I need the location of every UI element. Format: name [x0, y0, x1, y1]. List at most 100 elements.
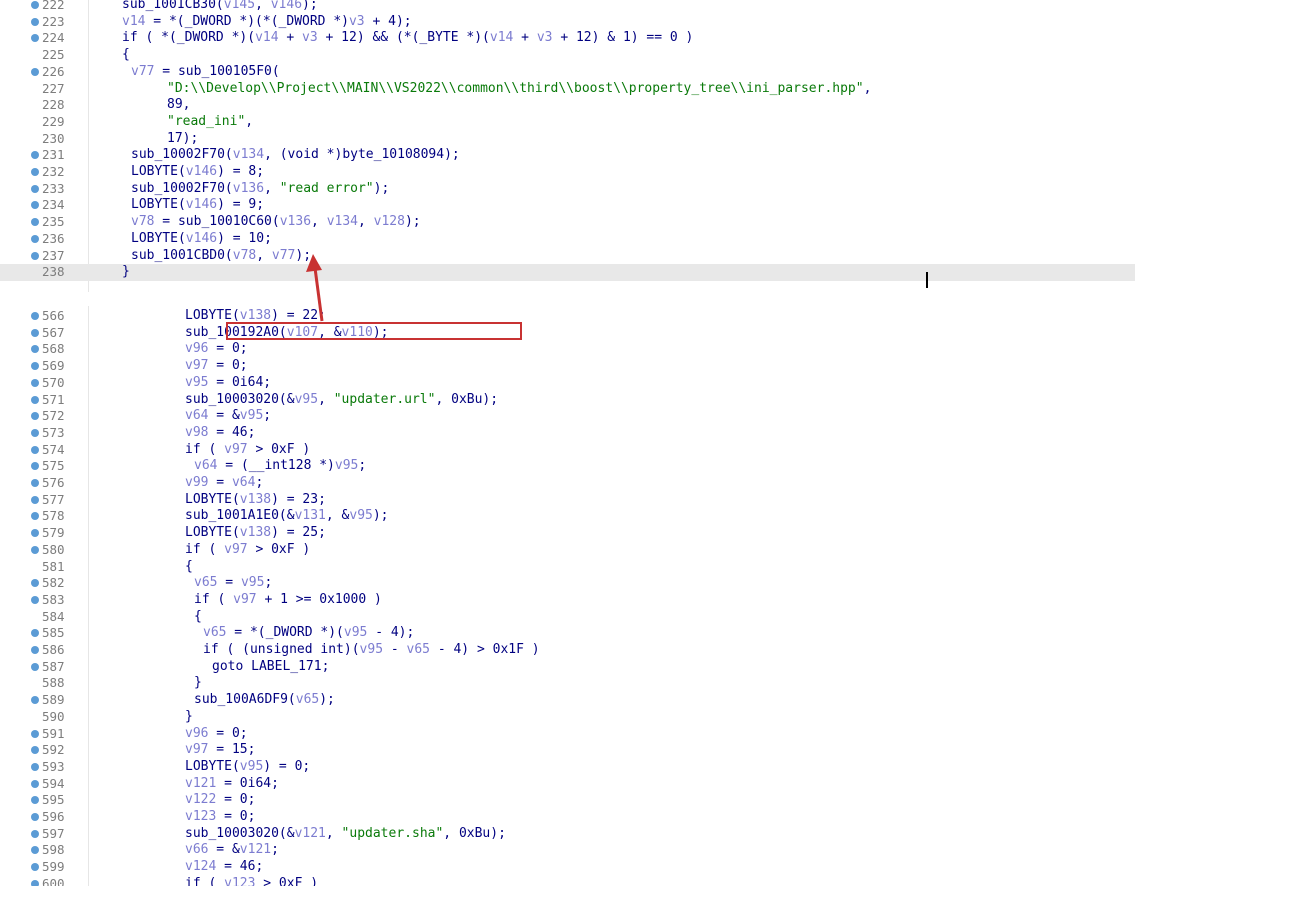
- code-line[interactable]: 587 goto LABEL_171;: [0, 659, 1135, 676]
- code-line[interactable]: 576 v99 = v64;: [0, 475, 1135, 492]
- code-text: v97 = 0;: [185, 358, 248, 375]
- code-line[interactable]: 223 v14 = *(_DWORD *)(*(_DWORD *)v3 + 4);: [0, 14, 1135, 31]
- code-line[interactable]: 590}: [0, 709, 1135, 726]
- breakpoint-dot-icon[interactable]: [31, 746, 39, 755]
- breakpoint-dot-icon[interactable]: [31, 646, 39, 654]
- code-line[interactable]: 581 {: [0, 559, 1135, 576]
- code-line[interactable]: 236 LOBYTE(v146) = 10;: [0, 231, 1135, 248]
- breakpoint-dot-icon[interactable]: [31, 662, 39, 671]
- breakpoint-dot-icon[interactable]: [31, 1, 39, 9]
- breakpoint-dot-icon[interactable]: [31, 762, 39, 771]
- breakpoint-dot-icon[interactable]: [31, 168, 39, 176]
- breakpoint-dot-icon[interactable]: [31, 445, 39, 454]
- code-line[interactable]: 227 "D:\\Develop\\Project\\MAIN\\VS2022\\…: [0, 81, 1135, 98]
- breakpoint-dot-icon[interactable]: [31, 512, 39, 521]
- breakpoint-dot-icon[interactable]: [31, 378, 39, 387]
- code-line[interactable]: 593 LOBYTE(v95) = 0;: [0, 759, 1135, 776]
- breakpoint-dot-icon[interactable]: [31, 829, 39, 838]
- string-token: "updater.url": [333, 391, 436, 407]
- code-line[interactable]: 579 LOBYTE(v138) = 25;: [0, 525, 1135, 542]
- breakpoint-dot-icon[interactable]: [31, 251, 39, 260]
- code-line[interactable]: 572 v64 = &v95;: [0, 408, 1135, 425]
- breakpoint-dot-icon[interactable]: [31, 545, 39, 554]
- code-text: v122 = 0;: [185, 792, 255, 809]
- code-line[interactable]: 600 if ( v123 > 0xF ): [0, 876, 1135, 886]
- breakpoint-dot-icon[interactable]: [31, 595, 39, 604]
- code-line[interactable]: 584 {: [0, 609, 1135, 626]
- code-line[interactable]: 588}: [0, 675, 1135, 692]
- code-line[interactable]: 580 if ( v97 > 0xF ): [0, 542, 1135, 559]
- breakpoint-dot-icon[interactable]: [31, 846, 39, 855]
- breakpoint-dot-icon[interactable]: [31, 796, 39, 805]
- pseudocode-pane-bottom[interactable]: 566 LOBYTE(v138) = 22; 567 sub_100192A0(v10…: [0, 306, 1140, 886]
- code-line[interactable]: 225 {: [0, 47, 1135, 64]
- code-line[interactable]: 591 v96 = 0;: [0, 726, 1135, 743]
- code-line[interactable]: 226 v77 = sub_100105F0(: [0, 64, 1135, 81]
- code-line[interactable]: 569 v97 = 0;: [0, 358, 1135, 375]
- breakpoint-dot-icon[interactable]: [31, 17, 39, 26]
- breakpoint-dot-icon[interactable]: [31, 345, 39, 354]
- breakpoint-dot-icon[interactable]: [31, 234, 39, 243]
- breakpoint-dot-icon[interactable]: [31, 362, 39, 371]
- breakpoint-dot-icon[interactable]: [31, 529, 39, 538]
- code-line[interactable]: 582 v65 = v95;: [0, 575, 1135, 592]
- code-line[interactable]: 570 v95 = 0i64;: [0, 375, 1135, 392]
- code-line[interactable]: 224 if ( *(_DWORD *)(v14 + v3 + 12) && (*…: [0, 30, 1135, 47]
- breakpoint-dot-icon[interactable]: [31, 328, 39, 337]
- breakpoint-dot-icon[interactable]: [31, 201, 39, 210]
- code-line[interactable]: 237 sub_1001CBD0(v78, v77);: [0, 248, 1135, 265]
- pseudocode-pane-top[interactable]: 222 sub_1001CB30(v145, v146); 223 v14 = *(_…: [0, 0, 1140, 292]
- code-line[interactable]: 566 LOBYTE(v138) = 22;: [0, 308, 1135, 325]
- code-line[interactable]: 589 sub_100A6DF9(v65);: [0, 692, 1135, 709]
- breakpoint-dot-icon[interactable]: [31, 151, 39, 160]
- code-line[interactable]: 238}: [0, 264, 1135, 281]
- breakpoint-dot-icon[interactable]: [31, 629, 39, 638]
- code-line[interactable]: 595 v122 = 0;: [0, 792, 1135, 809]
- code-line[interactable]: 222 sub_1001CB30(v145, v146);: [0, 0, 1135, 14]
- code-line[interactable]: 229 "read_ini",: [0, 114, 1135, 131]
- breakpoint-dot-icon[interactable]: [31, 729, 39, 738]
- code-line[interactable]: 596 v123 = 0;: [0, 809, 1135, 826]
- breakpoint-dot-icon[interactable]: [31, 312, 39, 320]
- code-line[interactable]: 574 if ( v97 > 0xF ): [0, 442, 1135, 459]
- code-line[interactable]: 573 v98 = 46;: [0, 425, 1135, 442]
- breakpoint-dot-icon[interactable]: [31, 34, 39, 43]
- code-line[interactable]: 232 LOBYTE(v146) = 8;: [0, 164, 1135, 181]
- code-line[interactable]: 234 LOBYTE(v146) = 9;: [0, 197, 1135, 214]
- code-line[interactable]: 594 v121 = 0i64;: [0, 776, 1135, 793]
- breakpoint-dot-icon[interactable]: [31, 184, 39, 193]
- line-number: 572: [42, 408, 65, 424]
- breakpoint-dot-icon[interactable]: [31, 579, 39, 588]
- breakpoint-dot-icon[interactable]: [31, 813, 39, 821]
- breakpoint-dot-icon[interactable]: [31, 67, 39, 76]
- code-line[interactable]: 577 LOBYTE(v138) = 23;: [0, 492, 1135, 509]
- breakpoint-dot-icon[interactable]: [31, 863, 39, 872]
- breakpoint-dot-icon[interactable]: [31, 412, 39, 421]
- code-line[interactable]: 575 v64 = (__int128 *)v95;: [0, 458, 1135, 475]
- breakpoint-dot-icon[interactable]: [31, 395, 39, 404]
- breakpoint-dot-icon[interactable]: [31, 879, 39, 886]
- breakpoint-dot-icon[interactable]: [31, 218, 39, 227]
- code-line[interactable]: 228 89,: [0, 97, 1135, 114]
- code-line[interactable]: 597 sub_10003020(&v121, "updater.sha", 0x…: [0, 826, 1135, 843]
- code-line[interactable]: 568 v96 = 0;: [0, 341, 1135, 358]
- breakpoint-dot-icon[interactable]: [31, 696, 39, 705]
- code-line[interactable]: 599 v124 = 46;: [0, 859, 1135, 876]
- breakpoint-dot-icon[interactable]: [31, 428, 39, 437]
- code-line[interactable]: 578 sub_1001A1E0(&v131, &v95);: [0, 508, 1135, 525]
- code-line[interactable]: 571 sub_10003020(&v95, "updater.url", 0xB…: [0, 392, 1135, 409]
- code-line[interactable]: 235 v78 = sub_10010C60(v136, v134, v128);: [0, 214, 1135, 231]
- code-line[interactable]: 598 v66 = &v121;: [0, 842, 1135, 859]
- code-line[interactable]: 592 v97 = 15;: [0, 742, 1135, 759]
- code-line[interactable]: 586 if ( (unsigned int)(v95 - v65 - 4) > …: [0, 642, 1135, 659]
- code-line[interactable]: 583 if ( v97 + 1 >= 0x1000 ): [0, 592, 1135, 609]
- breakpoint-dot-icon[interactable]: [31, 479, 39, 487]
- breakpoint-dot-icon[interactable]: [31, 779, 39, 788]
- breakpoint-dot-icon[interactable]: [31, 462, 39, 471]
- code-line[interactable]: 585 v65 = *(_DWORD *)(v95 - 4);: [0, 625, 1135, 642]
- code-line[interactable]: 233 sub_10002F70(v136, "read error");: [0, 181, 1135, 198]
- code-line[interactable]: 231 sub_10002F70(v134, (void *)byte_10108…: [0, 147, 1135, 164]
- breakpoint-dot-icon[interactable]: [31, 495, 39, 504]
- code-line[interactable]: 567 sub_100192A0(v107, &v110);: [0, 325, 1135, 342]
- code-line[interactable]: 230 17);: [0, 131, 1135, 148]
